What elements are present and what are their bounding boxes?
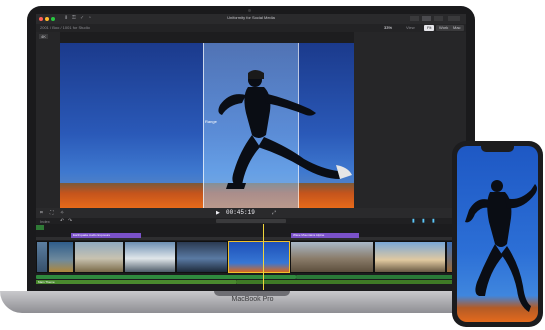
playhead[interactable] [263, 224, 264, 290]
title-bar: ⬇ ⚿ ✓ ◔ Uniformity for Social Media [36, 14, 466, 24]
audio-clip[interactable] [36, 275, 296, 279]
minimize-icon[interactable] [45, 17, 49, 21]
audio-clip[interactable] [236, 280, 466, 284]
dancer-figure [218, 70, 352, 189]
zoom-icon[interactable] [51, 17, 55, 21]
iphone-notch [481, 146, 514, 152]
zoom-level[interactable]: 33% [384, 25, 392, 30]
enhance-icon[interactable]: ✧ [60, 210, 64, 216]
library-label: 2001 / Boo / 1001 for Studio [40, 25, 90, 30]
video-clip[interactable] [36, 241, 48, 273]
timecode-display: 00:45:19 [226, 209, 255, 216]
timeline-navigator[interactable] [216, 219, 286, 223]
dancer-figure-mobile [465, 180, 537, 312]
inspector-icon[interactable] [434, 16, 443, 21]
video-clip[interactable] [290, 241, 374, 273]
inspector-panel [354, 32, 466, 208]
app-window: ⬇ ⚿ ✓ ◔ Uniformity for Social Media 2001… [36, 14, 466, 290]
fit-button[interactable]: Fit [424, 25, 435, 31]
play-icon[interactable]: ▶ [216, 210, 220, 216]
macbook-label: MacBook Pro [231, 296, 274, 303]
view-menu[interactable]: View [406, 25, 415, 30]
browser-sidebar: 4K [36, 32, 60, 208]
selected-video-clip[interactable] [228, 241, 290, 273]
mac-button[interactable]: Mac [450, 25, 464, 31]
video-clip[interactable] [124, 241, 176, 273]
video-clip[interactable] [374, 241, 446, 273]
library-icon[interactable] [410, 16, 419, 21]
import-icon[interactable]: ⬇ [64, 16, 70, 21]
crop-icon[interactable]: ⛶ [50, 210, 54, 216]
background-tasks-icon[interactable]: ◔ [88, 16, 94, 21]
video-viewer[interactable]: Range [60, 43, 354, 208]
browser-icon[interactable] [422, 16, 431, 21]
video-clip[interactable] [48, 241, 74, 273]
iphone-screen [457, 146, 538, 322]
video-clip[interactable] [74, 241, 124, 273]
connected-clip-marker[interactable] [36, 225, 44, 230]
connected-clip[interactable]: Earthquake Audio Exposure [71, 233, 141, 238]
music-clip[interactable]: Main Theme [36, 280, 236, 284]
check-icon[interactable]: ✓ [80, 16, 86, 21]
close-icon[interactable] [39, 17, 43, 21]
transform-icon[interactable]: ⌗ [40, 210, 43, 216]
video-clip[interactable] [176, 241, 228, 273]
project-title: Uniformity for Social Media [227, 15, 275, 20]
work-button[interactable]: Work [436, 25, 452, 31]
fullscreen-icon[interactable]: ⤢ [272, 210, 276, 216]
key-icon[interactable]: ⚿ [72, 16, 78, 21]
format-badge[interactable]: 4K [39, 34, 48, 39]
connected-clip[interactable]: Wave Mountains Alpine [291, 233, 359, 238]
toolbar: 2001 / Boo / 1001 for Studio 33% View Fi… [36, 24, 466, 32]
viewer-controls: ⌗ ⛶ ✧ ▶ 00:45:19 ⤢ [36, 208, 466, 218]
camera-icon [248, 9, 251, 12]
audio-clip[interactable] [296, 275, 466, 279]
share-icon[interactable] [448, 16, 460, 21]
